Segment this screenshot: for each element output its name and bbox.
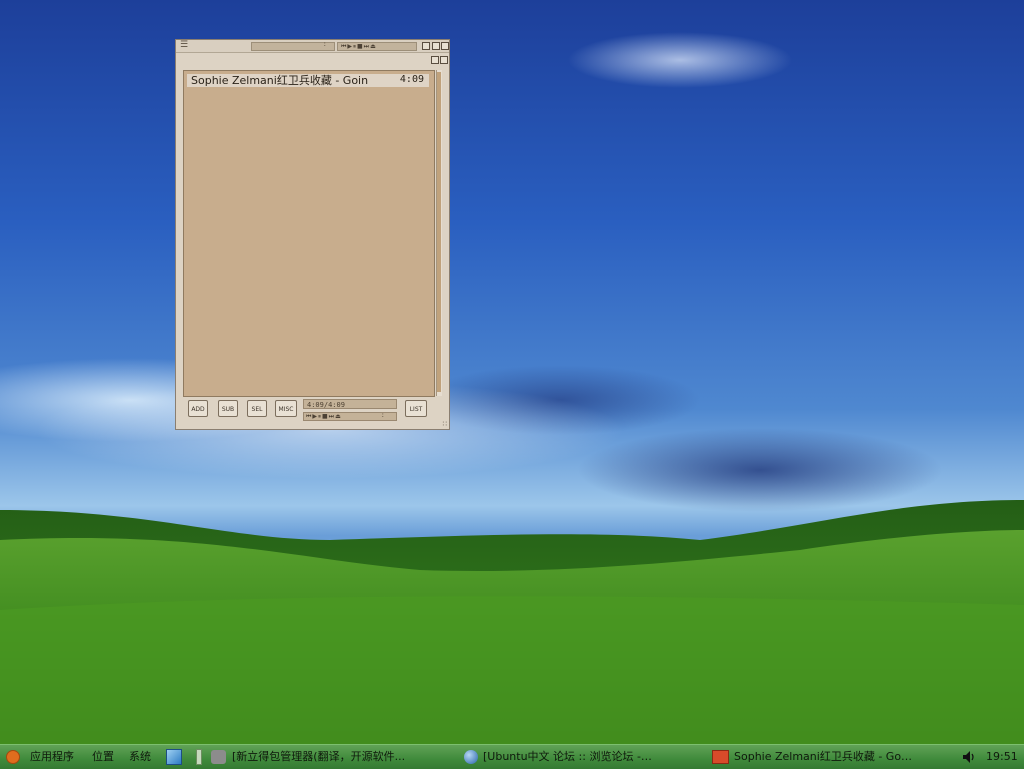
clock[interactable]: 19:51 bbox=[986, 745, 1018, 769]
playlist-scrollbar[interactable] bbox=[436, 70, 442, 396]
transport-controls[interactable]: ⏮▶⏸■⏭⏏ : bbox=[303, 411, 397, 421]
ubuntu-logo-icon[interactable] bbox=[6, 750, 20, 764]
track-duration: 4:09 bbox=[399, 74, 424, 85]
task-browser[interactable]: [Ubuntu中文 论坛 :: 浏览论坛 -… bbox=[483, 747, 705, 767]
shade-icon[interactable] bbox=[431, 56, 439, 64]
playlist-close-icon[interactable] bbox=[440, 56, 448, 64]
close-icon[interactable] bbox=[441, 42, 449, 50]
menu-icon[interactable]: ☰ bbox=[180, 40, 188, 51]
player-app-icon bbox=[712, 750, 729, 764]
sel-button[interactable]: SEL bbox=[247, 400, 267, 417]
player-titlebar[interactable]: ☰ : ⏮▶⏸■⏭⏏ bbox=[176, 40, 449, 53]
desktop-wallpaper bbox=[0, 0, 1024, 744]
track-title: Sophie Zelmani红卫兵收藏 - Goin bbox=[191, 74, 369, 87]
task-package-manager[interactable]: [新立得包管理器(翻译，开源软件... bbox=[232, 747, 456, 767]
add-button[interactable]: ADD bbox=[188, 400, 208, 417]
time-display: 4:09/4:09 bbox=[303, 399, 397, 409]
ctrl-field-text: : bbox=[381, 411, 384, 419]
titlebar-info-field: : bbox=[251, 40, 335, 51]
misc-button[interactable]: MISC bbox=[275, 400, 297, 417]
media-player-window[interactable]: ☰ : ⏮▶⏸■⏭⏏ Sophie Zelmani红卫兵收藏 - Goin 4:… bbox=[175, 39, 450, 430]
list-button[interactable]: LIST bbox=[405, 400, 427, 417]
panel-handle[interactable] bbox=[196, 749, 202, 765]
menu-places[interactable]: 位置 bbox=[92, 745, 114, 769]
transport-icons[interactable]: ⏮▶⏸■⏭⏏ bbox=[306, 413, 342, 420]
volume-icon[interactable] bbox=[962, 749, 976, 765]
maximize-icon[interactable] bbox=[432, 42, 440, 50]
grass-hills bbox=[0, 500, 1024, 744]
scrollbar-thumb[interactable] bbox=[437, 72, 441, 392]
titlebar-field-text: : bbox=[323, 40, 326, 48]
menu-applications[interactable]: 应用程序 bbox=[30, 745, 74, 769]
resize-grip-icon[interactable]: ∷ bbox=[443, 421, 447, 428]
browser-globe-icon bbox=[464, 750, 478, 764]
playlist-area[interactable]: Sophie Zelmani红卫兵收藏 - Goin 4:09 bbox=[183, 70, 435, 397]
task-player[interactable]: Sophie Zelmani红卫兵收藏 - Go… bbox=[734, 747, 956, 767]
taskbar: 应用程序 位置 系统 [新立得包管理器(翻译，开源软件... [Ubuntu中文… bbox=[0, 744, 1024, 769]
minimize-icon[interactable] bbox=[422, 42, 430, 50]
menu-system[interactable]: 系统 bbox=[129, 745, 151, 769]
sub-button[interactable]: SUB bbox=[218, 400, 238, 417]
titlebar-controls-field[interactable]: ⏮▶⏸■⏭⏏ bbox=[337, 42, 417, 51]
playlist-item[interactable]: Sophie Zelmani红卫兵收藏 - Goin 4:09 bbox=[187, 74, 429, 87]
mini-transport-icons[interactable]: ⏮▶⏸■⏭⏏ bbox=[341, 43, 377, 50]
launcher-cube-icon[interactable] bbox=[166, 749, 182, 765]
package-manager-icon bbox=[211, 750, 226, 764]
